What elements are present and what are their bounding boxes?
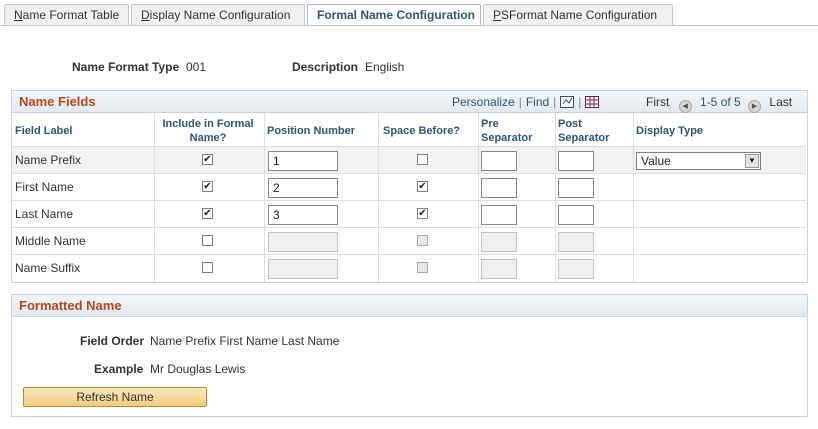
- name-fields-grid: Name Fields Personalize | Find | | First ◀ 1…: [11, 90, 808, 283]
- include-checkbox[interactable]: [202, 262, 213, 273]
- column-field-label: Field Label: [15, 125, 73, 137]
- column-pre-separator: Pre Separator: [481, 117, 532, 145]
- formatted-name-title: Formatted Name: [19, 298, 122, 313]
- name-format-type-value: 001: [186, 60, 207, 74]
- space-before-checkbox[interactable]: ✔: [417, 208, 428, 219]
- view-all-icon[interactable]: [560, 96, 575, 108]
- position-number-input[interactable]: 3: [268, 205, 338, 225]
- column-pre-line2: Separator: [481, 132, 533, 144]
- column-include-line1: Include in Formal: [162, 118, 254, 130]
- table-row: Name Prefix ✔ 1 Value ▼: [12, 146, 806, 173]
- tab-display-name-configuration[interactable]: Display Name Configuration: [131, 4, 305, 25]
- include-checkbox[interactable]: ✔: [202, 208, 213, 219]
- post-separator-input[interactable]: [558, 205, 594, 225]
- personalize-link[interactable]: Personalize: [452, 95, 515, 109]
- column-divider: [378, 113, 379, 282]
- row-field-label: Last Name: [15, 207, 74, 221]
- include-checkbox[interactable]: ✔: [202, 154, 213, 165]
- row-field-label: Middle Name: [15, 234, 86, 248]
- field-order-value: Name Prefix First Name Last Name: [150, 334, 340, 348]
- column-post-separator: Post Separator: [558, 117, 609, 145]
- description-label: Description: [292, 60, 359, 74]
- tab-divider: [0, 25, 818, 26]
- toolbar-separator: |: [553, 95, 557, 109]
- pre-separator-input[interactable]: [481, 178, 517, 198]
- page-range: 1-5 of 5: [700, 95, 741, 109]
- column-divider: [633, 113, 634, 282]
- table-row: Last Name ✔ 3 ✔: [12, 200, 806, 227]
- toolbar-separator: |: [518, 95, 522, 109]
- tab-formal-name-configuration[interactable]: Formal Name Configuration: [307, 4, 481, 26]
- tab-name-format-table[interactable]: Name Format Table: [4, 4, 129, 25]
- last-label: Last: [769, 95, 793, 109]
- row-field-label: First Name: [15, 180, 74, 194]
- formatted-name-section: Formatted Name Field Order Name Prefix F…: [11, 294, 808, 417]
- first-label: First: [646, 95, 670, 109]
- grid-pagination: First ◀ 1-5 of 5 ▶ Last: [646, 95, 793, 113]
- column-position-number: Position Number: [267, 125, 356, 137]
- include-checkbox[interactable]: [202, 235, 213, 246]
- display-type-value: Value: [641, 154, 671, 168]
- position-number-input: [268, 232, 338, 252]
- column-divider: [555, 113, 556, 282]
- pre-separator-input[interactable]: [481, 151, 517, 171]
- space-before-checkbox: [417, 235, 428, 246]
- space-before-checkbox: [417, 262, 428, 273]
- previous-icon[interactable]: ◀: [678, 100, 692, 113]
- column-pre-line1: Pre: [481, 118, 499, 130]
- post-separator-input: [558, 259, 594, 279]
- position-number-input[interactable]: 1: [268, 151, 338, 171]
- description-value: English: [365, 60, 405, 74]
- field-order-label: Field Order: [80, 334, 145, 348]
- chevron-down-icon[interactable]: ▼: [745, 154, 759, 168]
- table-row: Middle Name: [12, 227, 806, 254]
- pre-separator-input[interactable]: [481, 205, 517, 225]
- name-format-type-label: Name Format Type: [72, 60, 180, 74]
- pre-separator-input: [481, 232, 517, 252]
- next-icon[interactable]: ▶: [748, 100, 762, 113]
- pre-separator-input: [481, 259, 517, 279]
- table-row: Name Suffix: [12, 254, 806, 281]
- column-space-before: Space Before?: [383, 125, 461, 137]
- name-fields-header: Name Fields Personalize | Find | | First ◀ 1…: [12, 91, 807, 113]
- table-row: First Name ✔ 2 ✔: [12, 173, 806, 200]
- grid-toolbar: Personalize | Find | |: [452, 95, 600, 109]
- tab-bar: Name Format Table Display Name Configura…: [4, 4, 675, 26]
- refresh-name-button[interactable]: Refresh Name: [23, 387, 207, 407]
- formatted-name-header: Formatted Name: [12, 295, 807, 317]
- space-before-checkbox[interactable]: ✔: [417, 181, 428, 192]
- column-divider: [154, 113, 155, 282]
- post-separator-input: [558, 232, 594, 252]
- position-number-input: [268, 259, 338, 279]
- position-number-input[interactable]: 2: [268, 178, 338, 198]
- download-grid-icon[interactable]: [585, 96, 600, 108]
- find-link[interactable]: Find: [526, 95, 549, 109]
- space-before-checkbox[interactable]: [417, 154, 428, 165]
- row-field-label: Name Suffix: [15, 261, 81, 275]
- column-include-formal-name: Include in Formal Name?: [156, 117, 260, 145]
- row-field-label: Name Prefix: [15, 153, 82, 167]
- toolbar-separator: |: [578, 95, 582, 109]
- column-post-line1: Post: [558, 118, 582, 130]
- column-post-line2: Separator: [558, 132, 610, 144]
- post-separator-input[interactable]: [558, 151, 594, 171]
- column-include-line2: Name?: [189, 132, 227, 144]
- post-separator-input[interactable]: [558, 178, 594, 198]
- include-checkbox[interactable]: ✔: [202, 181, 213, 192]
- column-divider: [478, 113, 479, 282]
- column-display-type: Display Type: [636, 125, 704, 137]
- name-fields-title: Name Fields: [19, 94, 96, 109]
- column-divider: [264, 113, 265, 282]
- example-label: Example: [94, 362, 144, 376]
- example-value: Mr Douglas Lewis: [150, 362, 246, 376]
- tab-psformat-name-configuration[interactable]: PSFormat Name Configuration: [483, 4, 673, 25]
- display-type-select[interactable]: Value ▼: [636, 152, 761, 170]
